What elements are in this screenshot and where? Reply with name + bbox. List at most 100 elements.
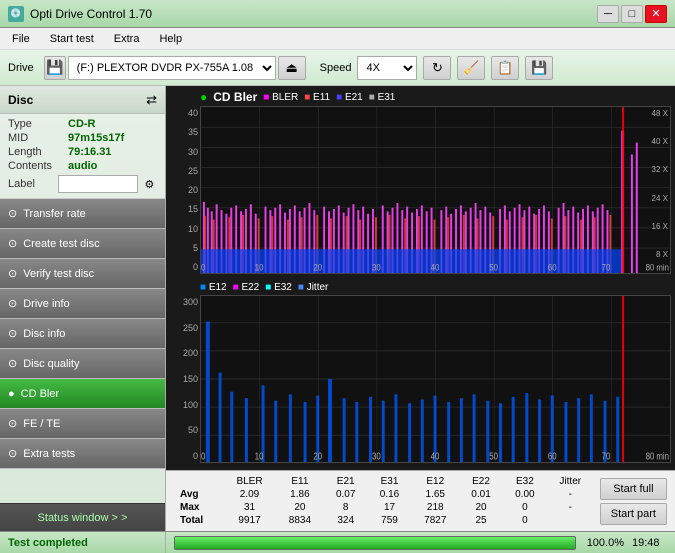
stats-area: BLER E11 E21 E31 E12 E22 E32 Jitter Avg: [166, 470, 675, 531]
drive-select[interactable]: (F:) PLEXTOR DVDR PX-755A 1.08: [68, 56, 276, 80]
chart1-container: ● CD Bler ■ BLER ■ E11 ■ E21 ■ E31 40353…: [166, 86, 675, 278]
sidebar-item-cd-bler[interactable]: ● CD Bler: [0, 379, 165, 409]
app-title: Opti Drive Control 1.70: [30, 7, 152, 21]
sidebar-item-verify-test-disc[interactable]: ⊙ Verify test disc: [0, 259, 165, 289]
right-panel: ● CD Bler ■ BLER ■ E11 ■ E21 ■ E31 40353…: [166, 86, 675, 531]
max-jitter: -: [547, 501, 594, 514]
start-part-button[interactable]: Start part: [600, 503, 667, 525]
sidebar-item-label: Disc info: [23, 328, 65, 340]
menu-file[interactable]: File: [4, 31, 38, 47]
total-e32: 0: [503, 514, 547, 527]
row-label-avg: Avg: [174, 488, 223, 501]
svg-text:20: 20: [313, 262, 322, 273]
svg-text:40: 40: [431, 262, 440, 273]
menu-start-test[interactable]: Start test: [42, 31, 102, 47]
col-header-bler: BLER: [223, 475, 276, 488]
max-e12: 218: [411, 501, 459, 514]
erase-button[interactable]: 🧹: [457, 56, 485, 80]
sidebar-item-label: Disc quality: [23, 358, 79, 370]
refresh-button[interactable]: ↻: [423, 56, 451, 80]
col-header-e21: E21: [324, 475, 368, 488]
sidebar-item-extra-tests[interactable]: ⊙ Extra tests: [0, 439, 165, 469]
legend-e21: E21: [345, 92, 363, 103]
svg-text:0: 0: [201, 450, 205, 461]
progress-bar-fill: [175, 537, 575, 549]
status-window-button[interactable]: Status window > >: [0, 503, 165, 531]
create-test-icon: ⊙: [8, 237, 17, 250]
svg-text:80 min: 80 min: [646, 262, 670, 273]
sidebar-item-disc-info[interactable]: ⊙ Disc info: [0, 319, 165, 349]
main-content: Disc ⇄ Type CD-R MID 97m15s17f Length 79…: [0, 86, 675, 531]
svg-text:0: 0: [201, 262, 205, 273]
svg-text:70: 70: [602, 262, 611, 273]
minimize-button[interactable]: ─: [597, 5, 619, 23]
disc-title: Disc: [8, 93, 33, 107]
disc-header: Disc ⇄: [0, 86, 165, 114]
col-header-jitter: Jitter: [547, 475, 594, 488]
sidebar-item-label: CD Bler: [21, 388, 60, 400]
progress-container: 100.0% 19:48: [166, 536, 675, 550]
chart2-svg: 0 10 20 30 40 50 60 70 80 min: [201, 296, 670, 462]
sidebar-item-drive-info[interactable]: ⊙ Drive info: [0, 289, 165, 319]
svg-text:80 min: 80 min: [646, 450, 669, 461]
chart2-y-axis: 300250200150100500: [170, 295, 200, 463]
close-button[interactable]: ✕: [645, 5, 667, 23]
total-e31: 759: [368, 514, 412, 527]
total-jitter: [547, 514, 594, 527]
extra-tests-icon: ⊙: [8, 447, 17, 460]
menu-bar: File Start test Extra Help: [0, 28, 675, 50]
avg-e32: 0.00: [503, 488, 547, 501]
speed-select[interactable]: 4X: [357, 56, 417, 80]
total-bler: 9917: [223, 514, 276, 527]
chart1-body: 4035302520151050: [170, 106, 671, 274]
chart1-right-y-axis: 48 X40 X32 X24 X16 X8 X: [642, 107, 670, 261]
max-e21: 8: [324, 501, 368, 514]
col-header-e22: E22: [459, 475, 503, 488]
maximize-button[interactable]: □: [621, 5, 643, 23]
total-e22: 25: [459, 514, 503, 527]
chart2-body: 300250200150100500: [170, 295, 671, 463]
menu-extra[interactable]: Extra: [106, 31, 148, 47]
drive-info-icon: ⊙: [8, 297, 17, 310]
mid-label: MID: [8, 132, 68, 144]
menu-help[interactable]: Help: [151, 31, 190, 47]
chart1-plot: 0 10 20 30 40 50 60 70 80 min: [200, 106, 671, 274]
chart2-legend: ■ E12 ■ E22 ■ E32 ■ Jitter: [200, 282, 328, 293]
drive-icon: 💾: [44, 56, 66, 80]
label-input[interactable]: [58, 175, 138, 193]
max-e31: 17: [368, 501, 412, 514]
svg-text:70: 70: [602, 450, 611, 461]
sidebar-item-fe-te[interactable]: ⊙ FE / TE: [0, 409, 165, 439]
sidebar-item-transfer-rate[interactable]: ⊙ Transfer rate: [0, 199, 165, 229]
svg-text:60: 60: [548, 262, 557, 273]
sidebar-item-label: Create test disc: [23, 238, 99, 250]
total-e11: 8834: [276, 514, 324, 527]
stats-data-table: BLER E11 E21 E31 E12 E22 E32 Jitter Avg: [174, 475, 594, 527]
total-e21: 324: [324, 514, 368, 527]
avg-e12: 1.65: [411, 488, 459, 501]
start-full-button[interactable]: Start full: [600, 478, 667, 500]
row-label-max: Max: [174, 501, 223, 514]
label-label: Label: [8, 178, 54, 190]
sidebar-item-create-test-disc[interactable]: ⊙ Create test disc: [0, 229, 165, 259]
eject-button[interactable]: ⏏: [278, 56, 306, 80]
avg-bler: 2.09: [223, 488, 276, 501]
col-header-e12: E12: [411, 475, 459, 488]
sidebar-item-disc-quality[interactable]: ⊙ Disc quality: [0, 349, 165, 379]
cd-bler-icon: ●: [8, 388, 15, 400]
legend-e12: E12: [209, 282, 227, 293]
sidebar-nav: ⊙ Transfer rate ⊙ Create test disc ⊙ Ver…: [0, 199, 165, 503]
chart2-header: ■ E12 ■ E22 ■ E32 ■ Jitter: [170, 280, 671, 295]
copy-button[interactable]: 📋: [491, 56, 519, 80]
extra-tests-label: Extra tests: [23, 448, 75, 460]
chart2-plot: 0 10 20 30 40 50 60 70 80 min: [200, 295, 671, 463]
save-button[interactable]: 💾: [525, 56, 553, 80]
chart1-title: CD Bler: [213, 90, 257, 104]
svg-text:50: 50: [489, 450, 498, 461]
disc-arrow[interactable]: ⇄: [146, 92, 157, 108]
chart1-svg: 0 10 20 30 40 50 60 70 80 min: [201, 107, 670, 273]
disc-quality-icon: ⊙: [8, 357, 17, 370]
label-settings-icon[interactable]: ⚙: [142, 174, 157, 194]
chart1-y-axis: 4035302520151050: [170, 106, 200, 274]
drive-label: Drive: [8, 62, 34, 74]
